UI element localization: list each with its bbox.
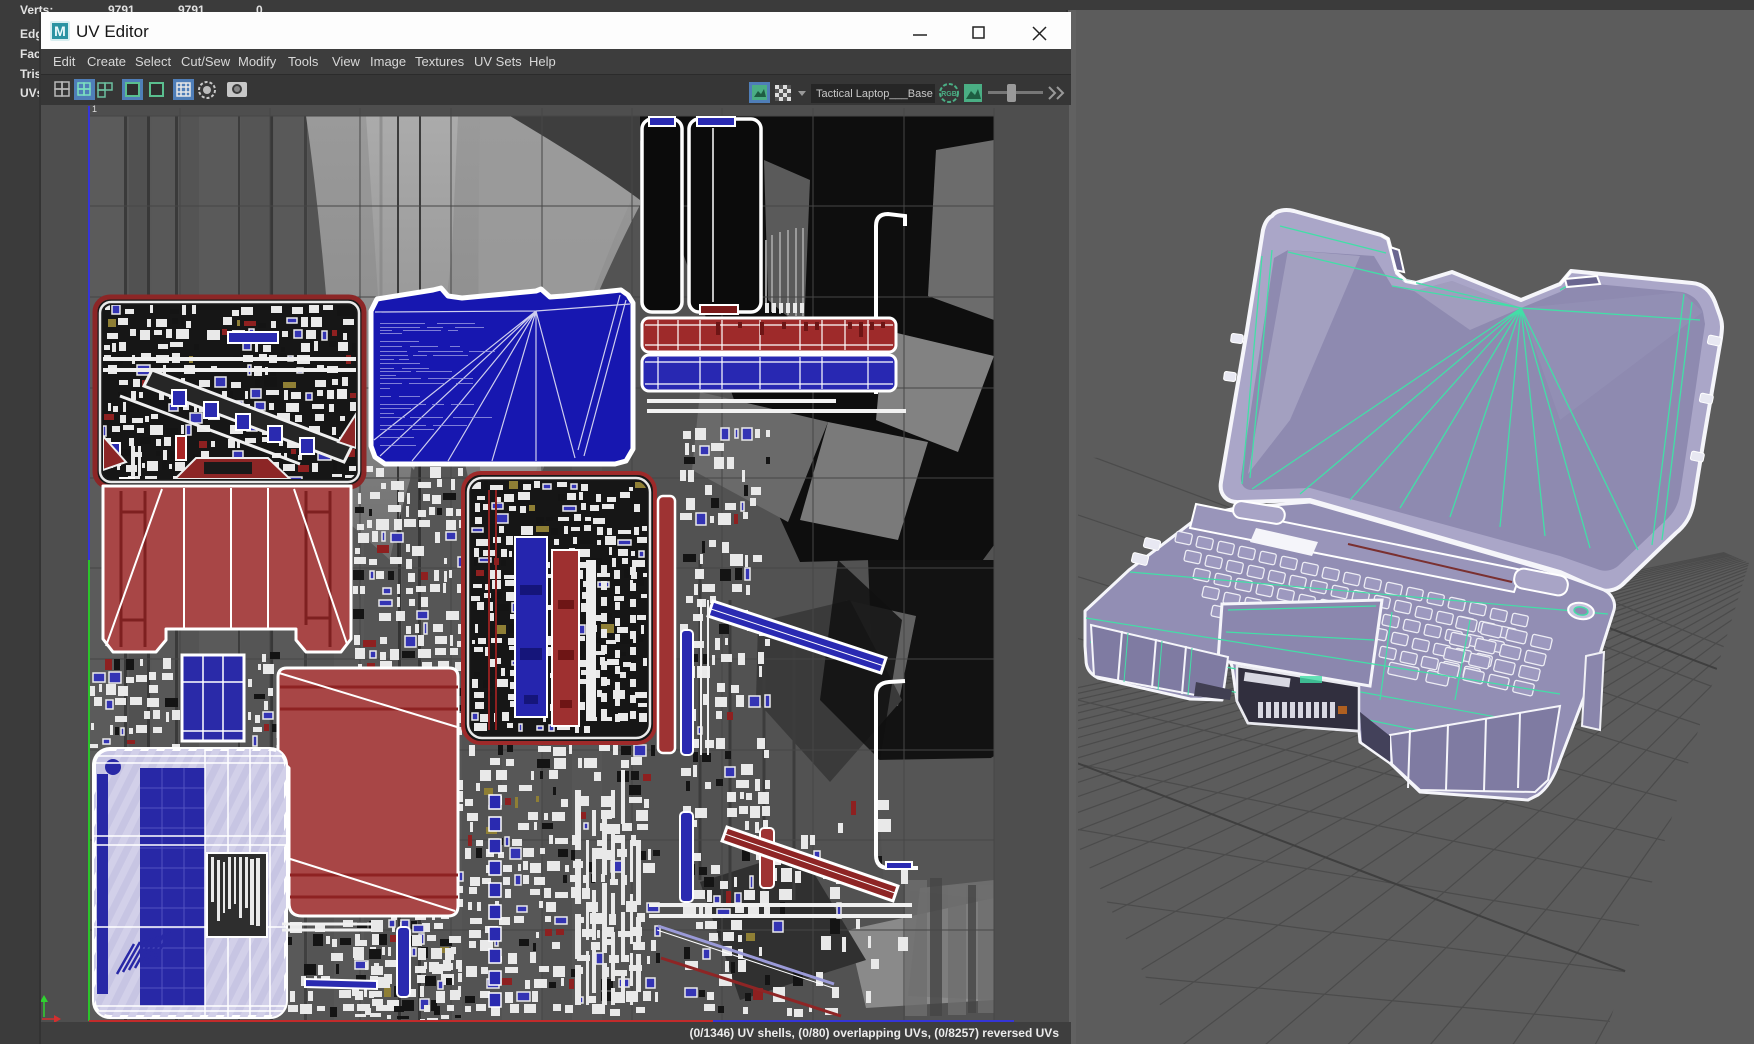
svg-text:1: 1: [92, 104, 97, 114]
